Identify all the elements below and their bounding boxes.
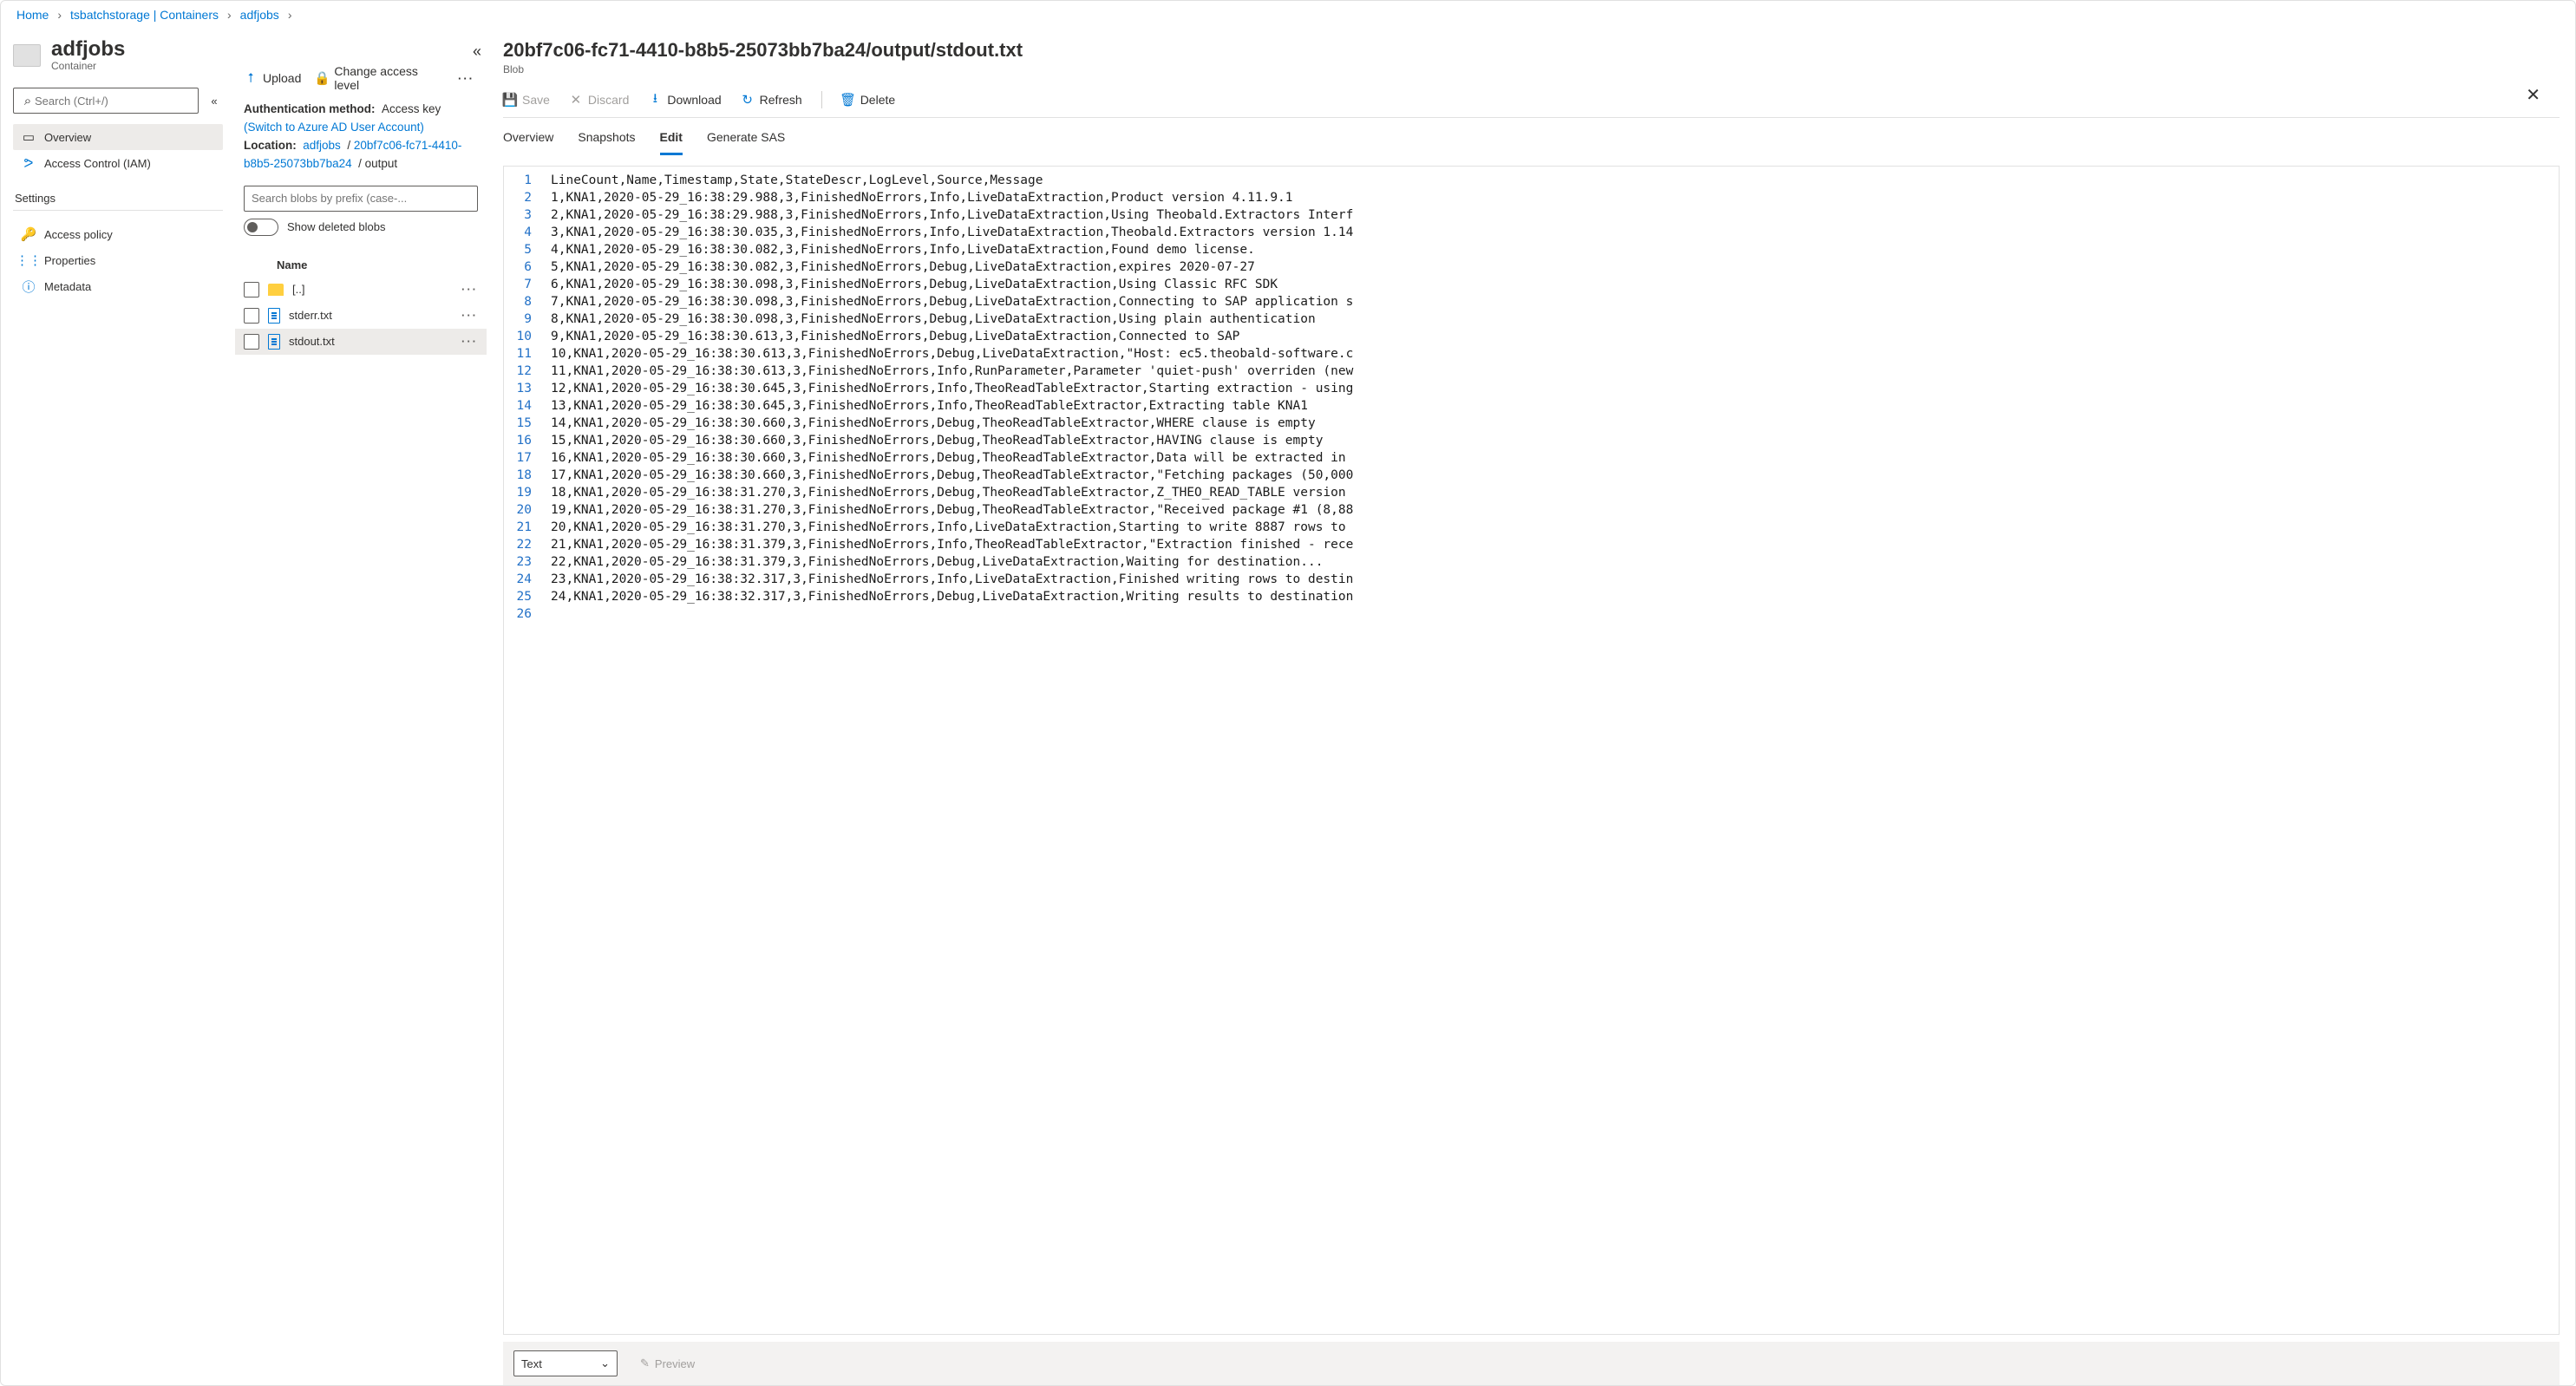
folder-icon — [268, 284, 284, 296]
page-title: adfjobs — [51, 37, 125, 62]
checkbox[interactable] — [244, 308, 259, 324]
tab-edit[interactable]: Edit — [660, 130, 683, 155]
file-name: stderr.txt — [289, 309, 332, 322]
container-icon — [13, 44, 41, 67]
blob-search-input[interactable] — [244, 186, 478, 212]
show-deleted-toggle[interactable] — [244, 219, 278, 236]
save-button[interactable]: 💾 Save — [503, 93, 550, 107]
search-icon: ⌕ — [21, 94, 35, 108]
breadcrumb-home[interactable]: Home — [16, 8, 49, 22]
table-row-up[interactable]: [..] ··· — [235, 277, 487, 303]
column-header-name[interactable]: Name — [235, 253, 487, 277]
close-icon[interactable]: ✕ — [2526, 84, 2540, 106]
tab-overview[interactable]: Overview — [503, 130, 553, 155]
tab-generate-sas[interactable]: Generate SAS — [707, 130, 785, 155]
nav-label: Access Control (IAM) — [44, 157, 151, 170]
chevron-right-icon: › — [227, 8, 232, 22]
breadcrumb: Home › tsbatchstorage | Containers › adf… — [1, 1, 2575, 29]
save-icon: 💾 — [503, 93, 517, 107]
search-input[interactable]: ⌕ — [13, 88, 199, 114]
nav-overview[interactable]: ▭ Overview — [13, 124, 223, 150]
separator — [821, 91, 822, 108]
info-icon: ⓘ — [22, 279, 36, 293]
file-icon — [268, 334, 280, 350]
breadcrumb-container[interactable]: adfjobs — [240, 8, 279, 22]
discard-button[interactable]: ✕ Discard — [569, 93, 629, 107]
checkbox[interactable] — [244, 334, 259, 350]
blob-subtitle: Blob — [503, 63, 2560, 75]
preview-button[interactable]: ✎ Preview — [630, 1350, 705, 1376]
delete-button[interactable]: 🗑 Delete — [841, 93, 895, 107]
nav-label: Properties — [44, 254, 95, 267]
nav-metadata[interactable]: ⓘ Metadata — [13, 273, 223, 299]
download-button[interactable]: ⭳ Download — [648, 93, 721, 107]
toggle-label: Show deleted blobs — [287, 220, 385, 233]
file-name: stdout.txt — [289, 335, 335, 348]
chevron-right-icon: › — [288, 8, 292, 22]
nav-label: Access policy — [44, 228, 113, 241]
discard-icon: ✕ — [569, 93, 583, 107]
table-row-stdout[interactable]: stdout.txt ··· — [235, 329, 487, 355]
blob-title: 20bf7c06-fc71-4410-b8b5-25073bb7ba24/out… — [503, 39, 2560, 62]
more-icon[interactable]: ··· — [454, 72, 478, 85]
row-more-icon[interactable]: ··· — [461, 335, 478, 348]
nav-access-policy[interactable]: 🔑 Access policy — [13, 221, 223, 247]
upload-button[interactable]: ⭡ Upload — [244, 71, 301, 85]
code-content[interactable]: LineCount,Name,Timestamp,State,StateDesc… — [544, 167, 2559, 1334]
format-select[interactable]: Text ⌄ — [513, 1350, 618, 1376]
nav-access-control[interactable]: ᕗ Access Control (IAM) — [13, 150, 223, 176]
key-icon: 🔑 — [22, 227, 36, 241]
row-more-icon[interactable]: ··· — [461, 283, 478, 296]
properties-icon: ⋮⋮ — [22, 253, 36, 267]
line-gutter: 1234567891011121314151617181920212223242… — [504, 167, 544, 1334]
tab-snapshots[interactable]: Snapshots — [578, 130, 635, 155]
switch-auth-link[interactable]: (Switch to Azure AD User Account) — [244, 121, 424, 134]
nav-label: Overview — [44, 131, 91, 144]
settings-header: Settings — [13, 192, 223, 211]
file-icon — [268, 308, 280, 324]
page-subtitle: Container — [51, 60, 125, 72]
collapse-mid-icon[interactable]: « — [473, 42, 487, 61]
nav-label: Metadata — [44, 280, 91, 293]
download-icon: ⭳ — [648, 93, 662, 107]
collapse-left-icon[interactable]: « — [206, 95, 223, 108]
auth-info: Authentication method: Access key (Switc… — [235, 101, 487, 182]
people-icon: ᕗ — [22, 156, 36, 170]
table-row-stderr[interactable]: stderr.txt ··· — [235, 303, 487, 329]
overview-icon: ▭ — [22, 130, 36, 144]
refresh-button[interactable]: ↻ Refresh — [741, 93, 802, 107]
chevron-down-icon: ⌄ — [600, 1357, 610, 1370]
delete-icon: 🗑 — [841, 93, 855, 107]
location-adfjobs[interactable]: adfjobs — [303, 139, 341, 152]
file-name: [..] — [292, 283, 304, 296]
chevron-right-icon: › — [57, 8, 62, 22]
pencil-icon: ✎ — [640, 1357, 650, 1370]
breadcrumb-storage[interactable]: tsbatchstorage | Containers — [70, 8, 219, 22]
refresh-icon: ↻ — [741, 93, 755, 107]
nav-properties[interactable]: ⋮⋮ Properties — [13, 247, 223, 273]
checkbox[interactable] — [244, 282, 259, 297]
upload-icon: ⭡ — [244, 71, 258, 85]
change-access-button[interactable]: 🔒 Change access level — [315, 64, 441, 92]
lock-icon: 🔒 — [315, 71, 329, 85]
row-more-icon[interactable]: ··· — [461, 309, 478, 322]
code-editor[interactable]: 1234567891011121314151617181920212223242… — [503, 166, 2560, 1335]
